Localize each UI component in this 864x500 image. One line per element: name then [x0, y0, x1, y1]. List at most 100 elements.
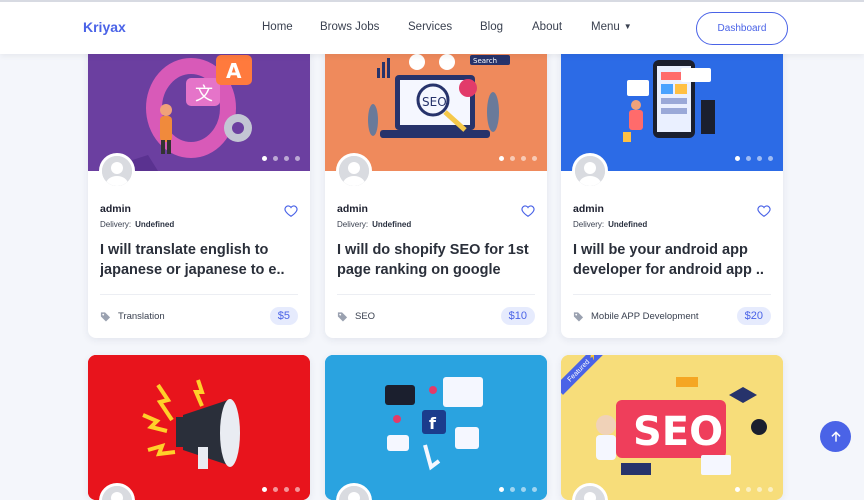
- android-app-illustration: [561, 40, 783, 171]
- tag-icon: [100, 311, 111, 322]
- category-label[interactable]: Mobile APP Development: [591, 311, 737, 322]
- category-label[interactable]: SEO: [355, 311, 501, 322]
- delivery-value: Undefined: [372, 220, 412, 229]
- user-placeholder-icon: [575, 156, 605, 186]
- carousel-dot[interactable]: [262, 156, 267, 161]
- nav-home[interactable]: Home: [262, 21, 293, 33]
- card-footer: SEO $10: [337, 306, 535, 326]
- user-placeholder-icon: [339, 486, 369, 500]
- price-badge: $10: [500, 307, 535, 325]
- carousel-dot[interactable]: [521, 487, 526, 492]
- carousel-dot[interactable]: [284, 156, 289, 161]
- service-image[interactable]: 文 A: [88, 40, 310, 171]
- service-card[interactable]: SEO Search admin Delivery: Undefined I wi…: [325, 40, 547, 338]
- seller-name[interactable]: admin: [337, 203, 368, 215]
- service-image[interactable]: f: [325, 355, 547, 500]
- nav-blog[interactable]: Blog: [480, 21, 503, 33]
- carousel-dots: [262, 156, 300, 161]
- delivery-label: Delivery:: [337, 220, 369, 229]
- delivery-label: Delivery:: [573, 220, 605, 229]
- service-image[interactable]: SEO Search: [325, 40, 547, 171]
- tag-icon: [573, 311, 584, 322]
- delivery-info: Delivery: Undefined: [100, 220, 174, 229]
- top-navbar: Kriyax Home Brows Jobs Services Blog Abo…: [0, 0, 864, 54]
- service-title[interactable]: I will be your android app developer for…: [573, 240, 773, 280]
- service-title-line: page ranking on google: [337, 262, 501, 278]
- carousel-dot[interactable]: [521, 156, 526, 161]
- carousel-dot[interactable]: [768, 487, 773, 492]
- service-image[interactable]: [561, 40, 783, 171]
- delivery-value: Undefined: [608, 220, 648, 229]
- service-card[interactable]: 文 A admin Delivery: Undefined I will tran…: [88, 40, 310, 338]
- carousel-dot[interactable]: [532, 487, 537, 492]
- nav-brows-jobs[interactable]: Brows Jobs: [320, 21, 379, 33]
- dashboard-button[interactable]: Dashboard: [696, 12, 788, 45]
- carousel-dot[interactable]: [746, 487, 751, 492]
- nav-services[interactable]: Services: [408, 21, 452, 33]
- brand-logo[interactable]: Kriyax: [83, 19, 126, 35]
- seller-name[interactable]: admin: [573, 203, 604, 215]
- service-card[interactable]: [88, 355, 310, 500]
- carousel-dot[interactable]: [295, 487, 300, 492]
- service-card[interactable]: SEO Featured ⚡: [561, 355, 783, 500]
- tag-icon: [337, 311, 348, 322]
- svg-text:SEO: SEO: [633, 409, 723, 455]
- service-image[interactable]: [88, 355, 310, 500]
- svg-text:A: A: [226, 59, 242, 83]
- carousel-dot[interactable]: [273, 156, 278, 161]
- carousel-dot[interactable]: [735, 487, 740, 492]
- nav-about[interactable]: About: [532, 21, 562, 33]
- service-title[interactable]: I will do shopify SEO for 1st page ranki…: [337, 240, 537, 280]
- avatar[interactable]: [572, 153, 608, 189]
- carousel-dot[interactable]: [284, 487, 289, 492]
- user-placeholder-icon: [102, 156, 132, 186]
- heart-icon[interactable]: [521, 204, 535, 218]
- carousel-dots: [735, 156, 773, 161]
- price-badge: $5: [269, 307, 298, 325]
- carousel-dot[interactable]: [768, 156, 773, 161]
- heart-icon[interactable]: [284, 204, 298, 218]
- user-placeholder-icon: [575, 486, 605, 500]
- service-title[interactable]: I will translate english to japanese or …: [100, 240, 300, 280]
- carousel-dot[interactable]: [499, 487, 504, 492]
- service-title-line: I will translate english to: [100, 242, 269, 258]
- arrow-up-icon: [830, 430, 841, 442]
- service-card[interactable]: f: [325, 355, 547, 500]
- carousel-dot[interactable]: [499, 156, 504, 161]
- delivery-value: Undefined: [135, 220, 175, 229]
- card-footer: Mobile APP Development $20: [573, 306, 771, 326]
- delivery-info: Delivery: Undefined: [337, 220, 411, 229]
- nav-menu-dropdown[interactable]: Menu ▼: [591, 21, 632, 33]
- nav-menu-label: Menu: [591, 21, 620, 33]
- divider: [337, 294, 535, 295]
- carousel-dot[interactable]: [273, 487, 278, 492]
- carousel-dot[interactable]: [735, 156, 740, 161]
- carousel-dots: [262, 487, 300, 492]
- scroll-to-top-button[interactable]: [820, 421, 851, 452]
- service-title-line: I will do shopify SEO for 1st: [337, 242, 529, 258]
- user-placeholder-icon: [102, 486, 132, 500]
- carousel-dot[interactable]: [757, 156, 762, 161]
- price-badge: $20: [736, 307, 771, 325]
- carousel-dot[interactable]: [757, 487, 762, 492]
- carousel-dot[interactable]: [532, 156, 537, 161]
- megaphone-illustration: [88, 355, 310, 500]
- carousel-dot[interactable]: [746, 156, 751, 161]
- carousel-dot[interactable]: [510, 156, 515, 161]
- category-label[interactable]: Translation: [118, 311, 270, 322]
- carousel-dot[interactable]: [295, 156, 300, 161]
- avatar[interactable]: [99, 153, 135, 189]
- service-image[interactable]: SEO Featured ⚡: [561, 355, 783, 500]
- carousel-dot[interactable]: [510, 487, 515, 492]
- seller-name[interactable]: admin: [100, 203, 131, 215]
- svg-text:f: f: [429, 414, 437, 433]
- service-card[interactable]: admin Delivery: Undefined I will be your …: [561, 40, 783, 338]
- carousel-dots: [499, 156, 537, 161]
- heart-icon[interactable]: [757, 204, 771, 218]
- carousel-dot[interactable]: [262, 487, 267, 492]
- delivery-label: Delivery:: [100, 220, 132, 229]
- svg-text:文: 文: [195, 84, 213, 105]
- carousel-dots: [735, 487, 773, 492]
- avatar[interactable]: [336, 153, 372, 189]
- service-title-line: developer for android app ..: [573, 262, 764, 278]
